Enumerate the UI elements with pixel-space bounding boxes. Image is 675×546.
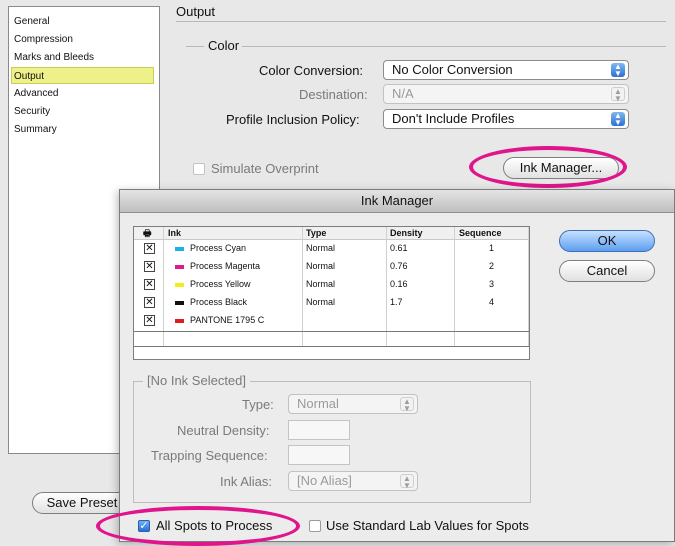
destination-select: N/A ▲ ▼ — [383, 84, 629, 104]
select-arrows-icon: ▲ ▼ — [400, 397, 414, 413]
neutral-density-field — [288, 420, 350, 440]
type-value: Normal — [297, 396, 339, 411]
save-preset-label: Save Preset — [46, 495, 118, 510]
sidebar-item-general[interactable]: General — [12, 13, 156, 30]
sidebar-item-label: General — [14, 16, 50, 27]
ink-type: Normal — [306, 297, 336, 307]
column-header-ink[interactable]: Ink — [168, 227, 181, 239]
dialog-title-bar: Ink Manager — [120, 190, 674, 213]
panel-title: Output — [176, 4, 216, 19]
ink-sequence: 2 — [489, 261, 495, 271]
neutral-density-label: Neutral Density: — [177, 423, 270, 438]
ink-alias-select: [No Alias] ▲ ▼ — [288, 471, 418, 491]
sidebar-item-output[interactable]: Output — [11, 67, 154, 84]
process-ink-icon: ✕ — [144, 261, 155, 272]
select-arrows-icon: ▲ ▼ — [400, 474, 414, 490]
ink-type-column-icon: 🖶 — [143, 228, 152, 238]
ink-name: Process Black — [190, 297, 248, 307]
ink-swatch-icon — [175, 319, 184, 323]
select-arrows-icon: ▲ ▼ — [611, 63, 625, 78]
sidebar-item-label: Security — [14, 106, 51, 117]
type-label: Type: — [242, 397, 274, 412]
process-ink-icon: ✕ — [144, 243, 155, 254]
process-ink-icon: ✕ — [144, 297, 155, 308]
ink-alias-label: Ink Alias: — [220, 474, 273, 489]
ink-manager-dialog: Ink Manager 🖶 Ink Type Density Sequence … — [119, 189, 675, 542]
ink-type: Normal — [306, 261, 336, 271]
sidebar-item-advanced[interactable]: Advanced — [12, 85, 156, 102]
table-row[interactable]: ✕ Process Magenta Normal 0.76 2 — [134, 258, 529, 276]
sidebar-item-security[interactable]: Security — [12, 103, 156, 120]
ink-density: 0.61 — [390, 243, 408, 253]
column-header-density[interactable]: Density — [390, 227, 423, 239]
ink-sequence: 3 — [489, 279, 495, 289]
ink-swatch-icon — [175, 301, 184, 305]
sidebar-item-label: Output — [14, 71, 45, 82]
destination-label: Destination: — [299, 87, 368, 102]
ink-sequence: 1 — [489, 243, 495, 253]
ink-type: Normal — [306, 243, 336, 253]
use-standard-lab-checkbox[interactable] — [309, 520, 321, 532]
ink-name: Process Magenta — [190, 261, 261, 271]
no-ink-selected-title: [No Ink Selected] — [143, 373, 250, 388]
profile-inclusion-label: Profile Inclusion Policy: — [226, 112, 360, 127]
save-preset-button[interactable]: Save Preset — [32, 492, 132, 514]
ok-button-label: OK — [597, 233, 617, 248]
dialog-title: Ink Manager — [360, 193, 434, 208]
select-arrows-icon: ▲ ▼ — [611, 112, 625, 127]
sidebar-item-label: Compression — [14, 34, 73, 45]
highlight-circle-all-spots — [96, 506, 300, 546]
ink-density: 1.7 — [390, 297, 403, 307]
table-row[interactable]: ✕ PANTONE 1795 C — [134, 312, 529, 330]
simulate-overprint-checkbox[interactable] — [193, 163, 205, 175]
cancel-button[interactable]: Cancel — [559, 260, 655, 282]
color-group-line-left — [186, 46, 204, 47]
ink-density: 0.76 — [390, 261, 408, 271]
sidebar-item-summary[interactable]: Summary — [12, 121, 156, 138]
select-arrows-icon: ▲ ▼ — [611, 87, 625, 103]
color-conversion-value: No Color Conversion — [392, 62, 513, 77]
table-divider — [134, 346, 529, 347]
ink-swatch-icon — [175, 265, 184, 269]
table-row[interactable]: ✕ Process Yellow Normal 0.16 3 — [134, 276, 529, 294]
ok-button[interactable]: OK — [559, 230, 655, 252]
ink-name: Process Cyan — [190, 243, 247, 253]
ink-name: Process Yellow — [190, 279, 251, 289]
panel-title-divider — [176, 21, 666, 22]
ink-type: Normal — [306, 279, 336, 289]
use-standard-lab-label: Use Standard Lab Values for Spots — [326, 518, 529, 533]
highlight-circle-ink-manager — [469, 146, 627, 188]
destination-value: N/A — [392, 86, 414, 101]
trapping-sequence-label: Trapping Sequence: — [151, 448, 268, 463]
color-group-line-right — [242, 46, 666, 47]
color-conversion-select[interactable]: No Color Conversion ▲ ▼ — [383, 60, 629, 80]
ink-swatch-icon — [175, 283, 184, 287]
table-row[interactable]: ✕ Process Cyan Normal 0.61 1 — [134, 240, 529, 258]
column-header-type[interactable]: Type — [306, 227, 326, 239]
ink-alias-value: [No Alias] — [297, 473, 352, 488]
ink-density: 0.16 — [390, 279, 408, 289]
sidebar-item-compression[interactable]: Compression — [12, 31, 156, 48]
color-group-title: Color — [208, 38, 240, 53]
process-ink-icon: ✕ — [144, 279, 155, 290]
cancel-button-label: Cancel — [586, 263, 628, 278]
table-row[interactable]: ✕ Process Black Normal 1.7 4 — [134, 294, 529, 312]
ink-name: PANTONE 1795 C — [190, 315, 265, 325]
ink-sequence: 4 — [489, 297, 495, 307]
trapping-sequence-field — [288, 445, 350, 465]
profile-inclusion-select[interactable]: Don't Include Profiles ▲ ▼ — [383, 109, 629, 129]
type-select: Normal ▲ ▼ — [288, 394, 418, 414]
ink-table: 🖶 Ink Type Density Sequence ✕ Process Cy… — [133, 226, 530, 360]
sidebar-item-label: Advanced — [14, 88, 59, 99]
sidebar-item-label: Marks and Bleeds — [14, 52, 95, 63]
profile-inclusion-value: Don't Include Profiles — [392, 111, 515, 126]
simulate-overprint-label: Simulate Overprint — [211, 161, 319, 176]
sidebar-item-label: Summary — [14, 124, 57, 135]
table-divider — [134, 331, 529, 332]
column-header-sequence[interactable]: Sequence — [459, 227, 502, 239]
color-conversion-label: Color Conversion: — [259, 63, 364, 78]
ink-swatch-icon — [175, 247, 184, 251]
sidebar-item-marks-and-bleeds[interactable]: Marks and Bleeds — [12, 49, 156, 66]
process-ink-icon: ✕ — [144, 315, 155, 326]
